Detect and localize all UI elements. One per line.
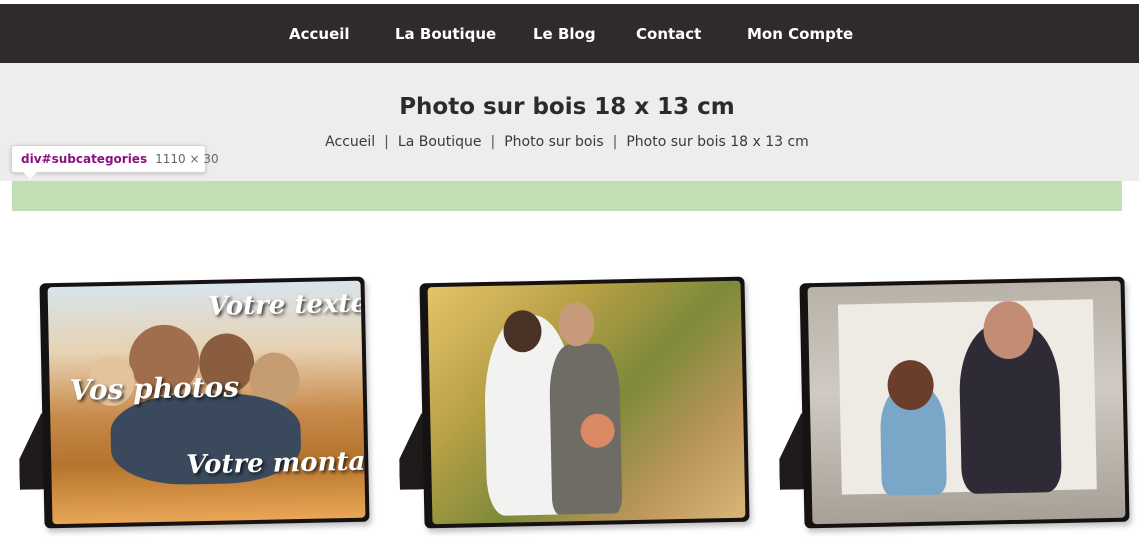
breadcrumb-separator: | xyxy=(384,134,389,150)
breadcrumb-link-photo-sur-bois[interactable]: Photo sur bois xyxy=(504,134,603,150)
breadcrumb-separator: | xyxy=(490,134,496,150)
breadcrumb-separator: | xyxy=(612,134,618,150)
subcategories-bar xyxy=(12,181,1122,211)
top-navigation: Accueil La Boutique Le Blog Contact Mon … xyxy=(0,4,1139,63)
overlay-text: Votre texte xyxy=(207,288,366,322)
devtools-tooltip-arrow xyxy=(23,172,37,179)
product-image-mother-daughter[interactable] xyxy=(807,280,1126,525)
nav-link-contact[interactable]: Contact xyxy=(636,24,701,44)
devtools-selector: div#subcategories xyxy=(21,152,148,166)
overlay-text: Vos photos xyxy=(69,370,240,407)
product-card-mother-daughter[interactable] xyxy=(799,276,1130,529)
product-board: Votre texte Vos photos Votre montage xyxy=(39,276,370,529)
breadcrumb-current: Photo sur bois 18 x 13 cm xyxy=(626,134,809,150)
nav-link-accueil[interactable]: Accueil xyxy=(289,24,350,44)
product-card-wedding[interactable] xyxy=(419,276,750,529)
product-image-family[interactable]: Votre texte Vos photos Votre montage xyxy=(47,280,366,525)
devtools-dimensions: 1110 × 30 xyxy=(155,152,219,166)
breadcrumb-link-boutique[interactable]: La Boutique xyxy=(398,134,482,150)
nav-link-boutique[interactable]: La Boutique xyxy=(395,24,496,44)
devtools-element-tooltip: div#subcategories 1110 × 30 xyxy=(11,145,219,173)
page-title: Photo sur bois 18 x 13 cm xyxy=(399,94,735,120)
photo-figure xyxy=(557,301,595,347)
product-image-wedding[interactable] xyxy=(427,280,746,525)
nav-link-blog[interactable]: Le Blog xyxy=(533,24,596,44)
nav-link-mon-compte[interactable]: Mon Compte xyxy=(747,24,853,44)
product-card-family[interactable]: Votre texte Vos photos Votre montage xyxy=(39,276,370,529)
product-board xyxy=(419,276,750,529)
breadcrumb-link-accueil[interactable]: Accueil xyxy=(325,134,375,150)
product-board xyxy=(799,276,1130,529)
overlay-text: Votre montage xyxy=(185,445,366,481)
